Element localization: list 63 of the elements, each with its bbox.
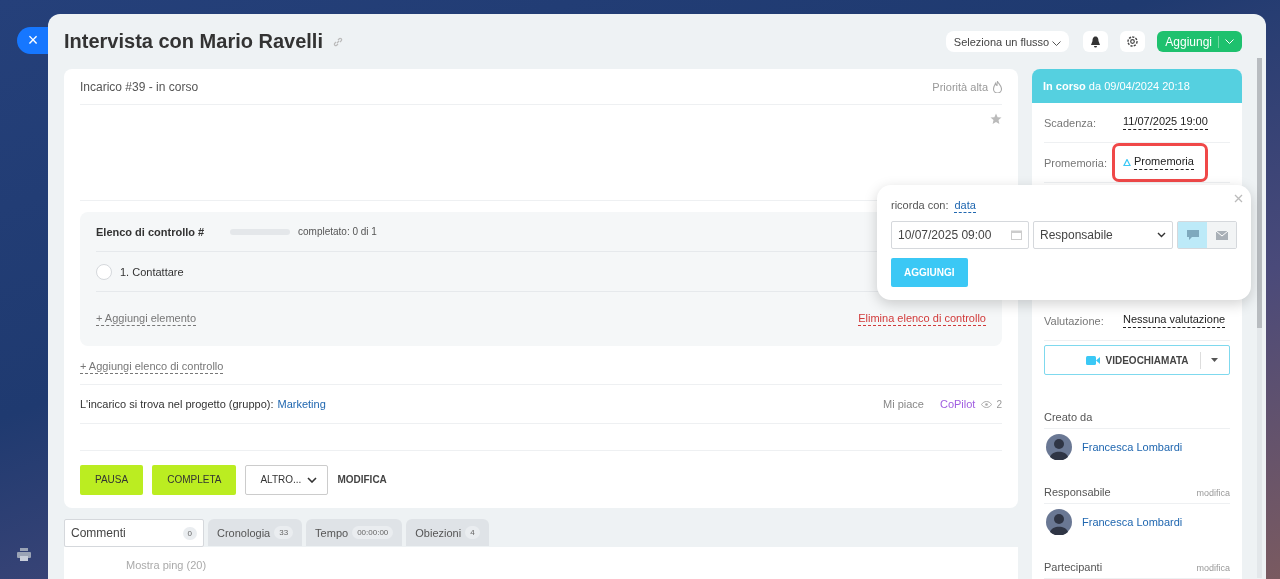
delete-checklist-link[interactable]: Elimina elenco di controllo	[858, 311, 986, 327]
project-link[interactable]: Marketing	[277, 398, 326, 410]
tab[interactable]: Obiezioni 4	[406, 519, 489, 546]
section-title: Responsabile	[1044, 486, 1111, 498]
settings-button[interactable]	[1120, 31, 1146, 52]
gear-icon	[1126, 35, 1140, 48]
more-dropdown[interactable]: ALTRO...	[245, 464, 329, 495]
status-header: In corso da 09/04/2024 20:18	[1032, 69, 1242, 103]
field-label: Valutazione:	[1044, 314, 1105, 327]
caret-icon	[307, 476, 318, 483]
printer-icon[interactable]	[17, 548, 31, 561]
caret-icon	[1052, 40, 1062, 46]
item-checkbox[interactable]	[96, 263, 112, 280]
section-title: Partecipanti	[1044, 561, 1103, 573]
link-icon[interactable]	[333, 36, 343, 47]
rating-value[interactable]: Nessuna valutazione	[1123, 313, 1226, 328]
caret-icon	[1211, 358, 1218, 362]
checklist-item: 1. Contattare	[120, 265, 184, 278]
person-link[interactable]: Francesca Lombardi	[1082, 515, 1183, 528]
copilot-link[interactable]: CoPilot	[939, 398, 976, 410]
recipient-select[interactable]: Responsabile	[1033, 221, 1173, 250]
chat-button[interactable]	[1178, 222, 1207, 249]
progress-text: completato: 0 di 1	[298, 226, 377, 237]
field-value[interactable]: 11/07/2025 19:00	[1123, 115, 1208, 130]
remind-mode-link[interactable]: data	[954, 199, 976, 214]
add-item-link[interactable]: + Aggiungi elemento	[96, 311, 196, 327]
videocall-button[interactable]: VIDEOCHIAMATA	[1044, 345, 1230, 375]
envelope-icon	[1215, 230, 1228, 240]
calendar-icon[interactable]	[1011, 230, 1022, 241]
flame-icon	[993, 80, 1002, 93]
caret-icon	[1157, 232, 1166, 239]
bell-button[interactable]	[1083, 31, 1109, 52]
like-link[interactable]: Mi piace	[883, 398, 924, 410]
flow-select[interactable]: Seleziona un flusso	[945, 31, 1070, 52]
add-checklist-link[interactable]: + Aggiungi elenco di controllo	[80, 359, 224, 375]
field-label: Scadenza:	[1044, 116, 1097, 129]
close-icon[interactable]	[1234, 194, 1243, 203]
tab[interactable]: Tempo 00:00:00	[306, 519, 403, 546]
checklist-title: Elenco di controllo #	[96, 225, 206, 238]
task-status: Incarico #39 - in corso	[80, 79, 199, 94]
field-label: Promemoria:	[1044, 156, 1108, 169]
chat-icon	[1186, 230, 1199, 241]
view-count: 2	[996, 398, 1002, 410]
tab[interactable]: Cronologia 33	[208, 519, 303, 546]
close-button[interactable]: ×	[17, 27, 49, 54]
date-field[interactable]: 10/07/2025 09:00	[891, 221, 1029, 250]
action-button[interactable]: PAUSA	[80, 464, 144, 495]
field-value[interactable]: Promemoria	[1134, 155, 1194, 170]
star-icon[interactable]	[990, 113, 1002, 125]
video-camera-icon	[1085, 355, 1100, 365]
tab[interactable]: Commenti 0	[64, 519, 204, 547]
project-label: L'incarico si trova nel progetto (gruppo):	[80, 398, 274, 410]
person-link[interactable]: Francesca Lombardi	[1082, 440, 1183, 453]
caret-icon	[1225, 39, 1234, 44]
remind-label: ricorda con:	[891, 199, 949, 213]
eye-icon	[981, 400, 993, 408]
section-title: Creato da	[1044, 411, 1093, 423]
mail-button[interactable]	[1207, 222, 1236, 249]
page-title: Intervista con Mario Ravelli	[64, 30, 323, 53]
avatar-icon	[1046, 508, 1072, 535]
edit-button[interactable]: MODIFICA	[337, 474, 387, 485]
action-button[interactable]: COMPLETA	[152, 464, 237, 495]
avatar-icon	[1046, 433, 1072, 460]
